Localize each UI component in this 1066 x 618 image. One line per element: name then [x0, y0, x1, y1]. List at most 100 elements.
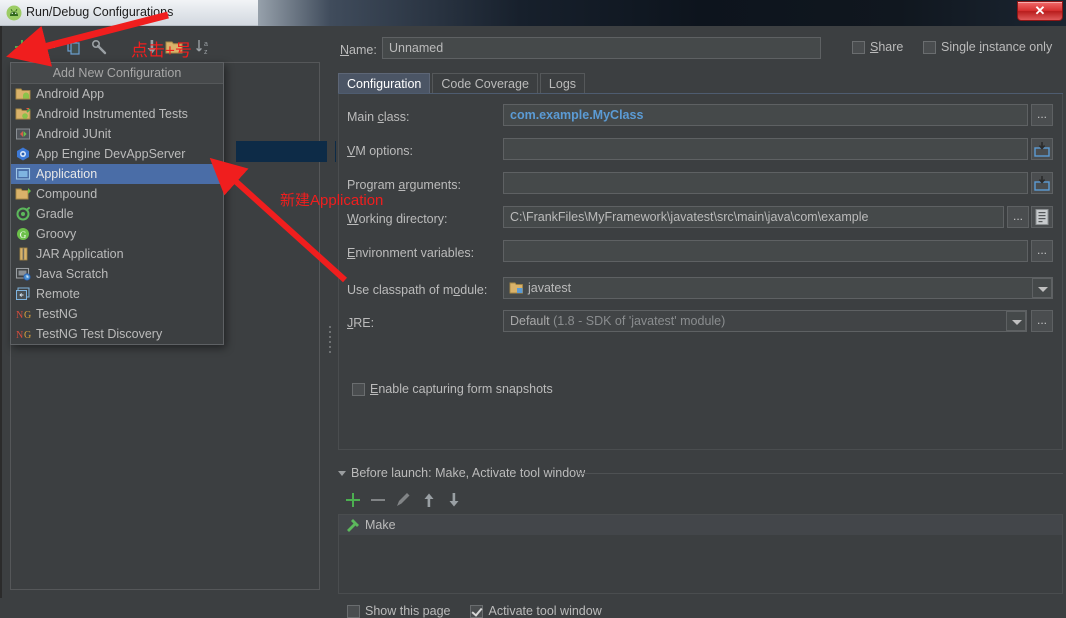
splitter-handle[interactable]: [329, 326, 332, 362]
junit-icon: [15, 126, 32, 142]
remove-configuration-button[interactable]: [38, 37, 58, 57]
name-label: Name:: [340, 43, 377, 57]
name-input[interactable]: Unnamed: [382, 37, 821, 59]
module-folder-icon: [509, 280, 526, 296]
add-new-configuration-popup: Add New Configuration Android App Androi…: [10, 62, 224, 345]
android-studio-icon: [6, 5, 22, 21]
enable-snapshots-row[interactable]: Enable capturing form snapshots: [352, 382, 553, 396]
main-class-label: Main class:: [347, 110, 410, 124]
jre-label: JRE:: [347, 316, 375, 330]
before-launch-task-label: Make: [365, 518, 396, 532]
working-directory-browse-button[interactable]: ...: [1007, 206, 1029, 228]
svg-text:z: z: [204, 49, 208, 56]
vm-options-expand-button[interactable]: [1031, 138, 1053, 160]
tab-code-coverage[interactable]: Code Coverage: [432, 73, 538, 94]
environment-variables-browse-button[interactable]: ...: [1031, 240, 1053, 262]
window-title: Run/Debug Configurations: [26, 5, 174, 19]
chevron-down-icon: [1012, 320, 1022, 325]
close-button[interactable]: ✕: [1017, 1, 1063, 21]
program-arguments-label: Program arguments:: [347, 178, 461, 192]
popup-item-gradle[interactable]: Gradle: [11, 204, 223, 224]
copy-configuration-button[interactable]: [64, 37, 84, 57]
working-directory-input[interactable]: C:\FrankFiles\MyFramework\javatest\src\m…: [503, 206, 1004, 228]
popup-item-label: JAR Application: [36, 247, 124, 261]
share-checkbox-row[interactable]: Share: [852, 40, 903, 54]
vm-options-input[interactable]: [503, 138, 1028, 160]
before-launch-toolbar: [343, 490, 543, 514]
activate-tool-window-checkbox[interactable]: [470, 604, 484, 618]
popup-item-groovy[interactable]: G Groovy: [11, 224, 223, 244]
show-this-page-checkbox[interactable]: [347, 604, 360, 618]
popup-item-java-scratch[interactable]: Java Scratch: [11, 264, 223, 284]
jre-browse-button[interactable]: ...: [1031, 310, 1053, 332]
application-icon: [15, 166, 32, 182]
popup-item-label: Android JUnit: [36, 127, 112, 141]
main-class-input[interactable]: com.example.MyClass: [503, 104, 1028, 126]
single-instance-checkbox[interactable]: [923, 40, 936, 54]
tab-logs[interactable]: Logs: [539, 73, 586, 94]
environment-variables-input[interactable]: [503, 240, 1028, 262]
testng-discovery-icon: N G: [15, 326, 32, 342]
remove-task-button[interactable]: [368, 490, 388, 510]
popup-item-android-instrumented-tests[interactable]: Android Instrumented Tests: [11, 104, 223, 124]
enable-snapshots-checkbox[interactable]: [352, 382, 365, 396]
move-task-down-button[interactable]: [444, 490, 464, 510]
gradle-icon: [15, 206, 32, 222]
jre-combo[interactable]: Default (1.8 - SDK of 'javatest' module): [503, 310, 1027, 332]
create-folder-button[interactable]: [164, 37, 184, 57]
popup-item-android-app[interactable]: Android App: [11, 84, 223, 104]
collapse-triangle-icon[interactable]: [338, 470, 346, 476]
move-down-button[interactable]: [142, 37, 162, 57]
single-instance-checkbox-row[interactable]: Single instance only: [923, 40, 1052, 54]
popup-item-remote[interactable]: Remote: [11, 284, 223, 304]
popup-item-app-engine-devappserver[interactable]: App Engine DevAppServer: [11, 144, 223, 164]
add-task-button[interactable]: [343, 490, 363, 510]
working-directory-macros-button[interactable]: [1031, 206, 1053, 228]
app-engine-icon: [15, 146, 32, 162]
main-class-browse-button[interactable]: ...: [1031, 104, 1053, 126]
popup-item-label: Gradle: [36, 207, 74, 221]
editor-tabs: Configuration Code Coverage Logs: [338, 72, 587, 94]
popup-item-testng[interactable]: N G TestNG: [11, 304, 223, 324]
jre-dropdown-arrow[interactable]: [1006, 311, 1026, 331]
program-arguments-input[interactable]: [503, 172, 1028, 194]
android-test-icon: [15, 106, 32, 122]
popup-item-testng-test-discovery[interactable]: N G TestNG Test Discovery: [11, 324, 223, 344]
bottom-checkbox-row: Show this page Activate tool window: [347, 604, 602, 618]
sort-configurations-button[interactable]: a z: [194, 37, 214, 57]
popup-item-label: Java Scratch: [36, 267, 109, 281]
vm-options-label: VM options:: [347, 144, 414, 158]
move-task-up-button[interactable]: [419, 490, 439, 510]
edit-templates-button[interactable]: [90, 37, 110, 57]
classpath-module-dropdown-arrow[interactable]: [1032, 278, 1052, 298]
java-scratch-icon: [15, 266, 32, 282]
popup-item-application[interactable]: Application: [11, 164, 223, 184]
edit-task-button[interactable]: [393, 490, 413, 510]
add-configuration-button[interactable]: [12, 37, 32, 57]
svg-text:G: G: [24, 330, 31, 341]
svg-text:a: a: [204, 41, 208, 48]
before-launch-header[interactable]: Before launch: Make, Activate tool windo…: [338, 466, 585, 480]
before-launch-task-list[interactable]: Make: [338, 514, 1063, 594]
tab-configuration[interactable]: Configuration: [338, 73, 431, 94]
groovy-icon: G: [15, 226, 32, 242]
share-label: Share: [870, 40, 904, 54]
configuration-selected-row[interactable]: [236, 141, 336, 162]
before-launch-task-row[interactable]: Make: [339, 515, 1062, 535]
popup-item-android-junit[interactable]: Android JUnit: [11, 124, 223, 144]
activate-tool-window-label: Activate tool window: [488, 604, 602, 618]
svg-text:N: N: [16, 310, 23, 321]
before-launch-divider: [579, 473, 1063, 474]
panel-splitter[interactable]: [327, 26, 335, 598]
program-arguments-expand-button[interactable]: [1031, 172, 1053, 194]
environment-variables-label: Environment variables:: [347, 246, 475, 260]
before-launch-title: Before launch: Make, Activate tool windo…: [351, 466, 586, 480]
compound-folder-icon: [15, 186, 32, 202]
popup-item-label: TestNG: [36, 307, 78, 321]
popup-item-label: Remote: [36, 287, 80, 301]
remote-icon: [15, 286, 32, 302]
classpath-module-combo[interactable]: javatest: [503, 277, 1053, 299]
popup-item-compound[interactable]: Compound: [11, 184, 223, 204]
share-checkbox[interactable]: [852, 40, 865, 54]
popup-item-jar-application[interactable]: JAR Application: [11, 244, 223, 264]
